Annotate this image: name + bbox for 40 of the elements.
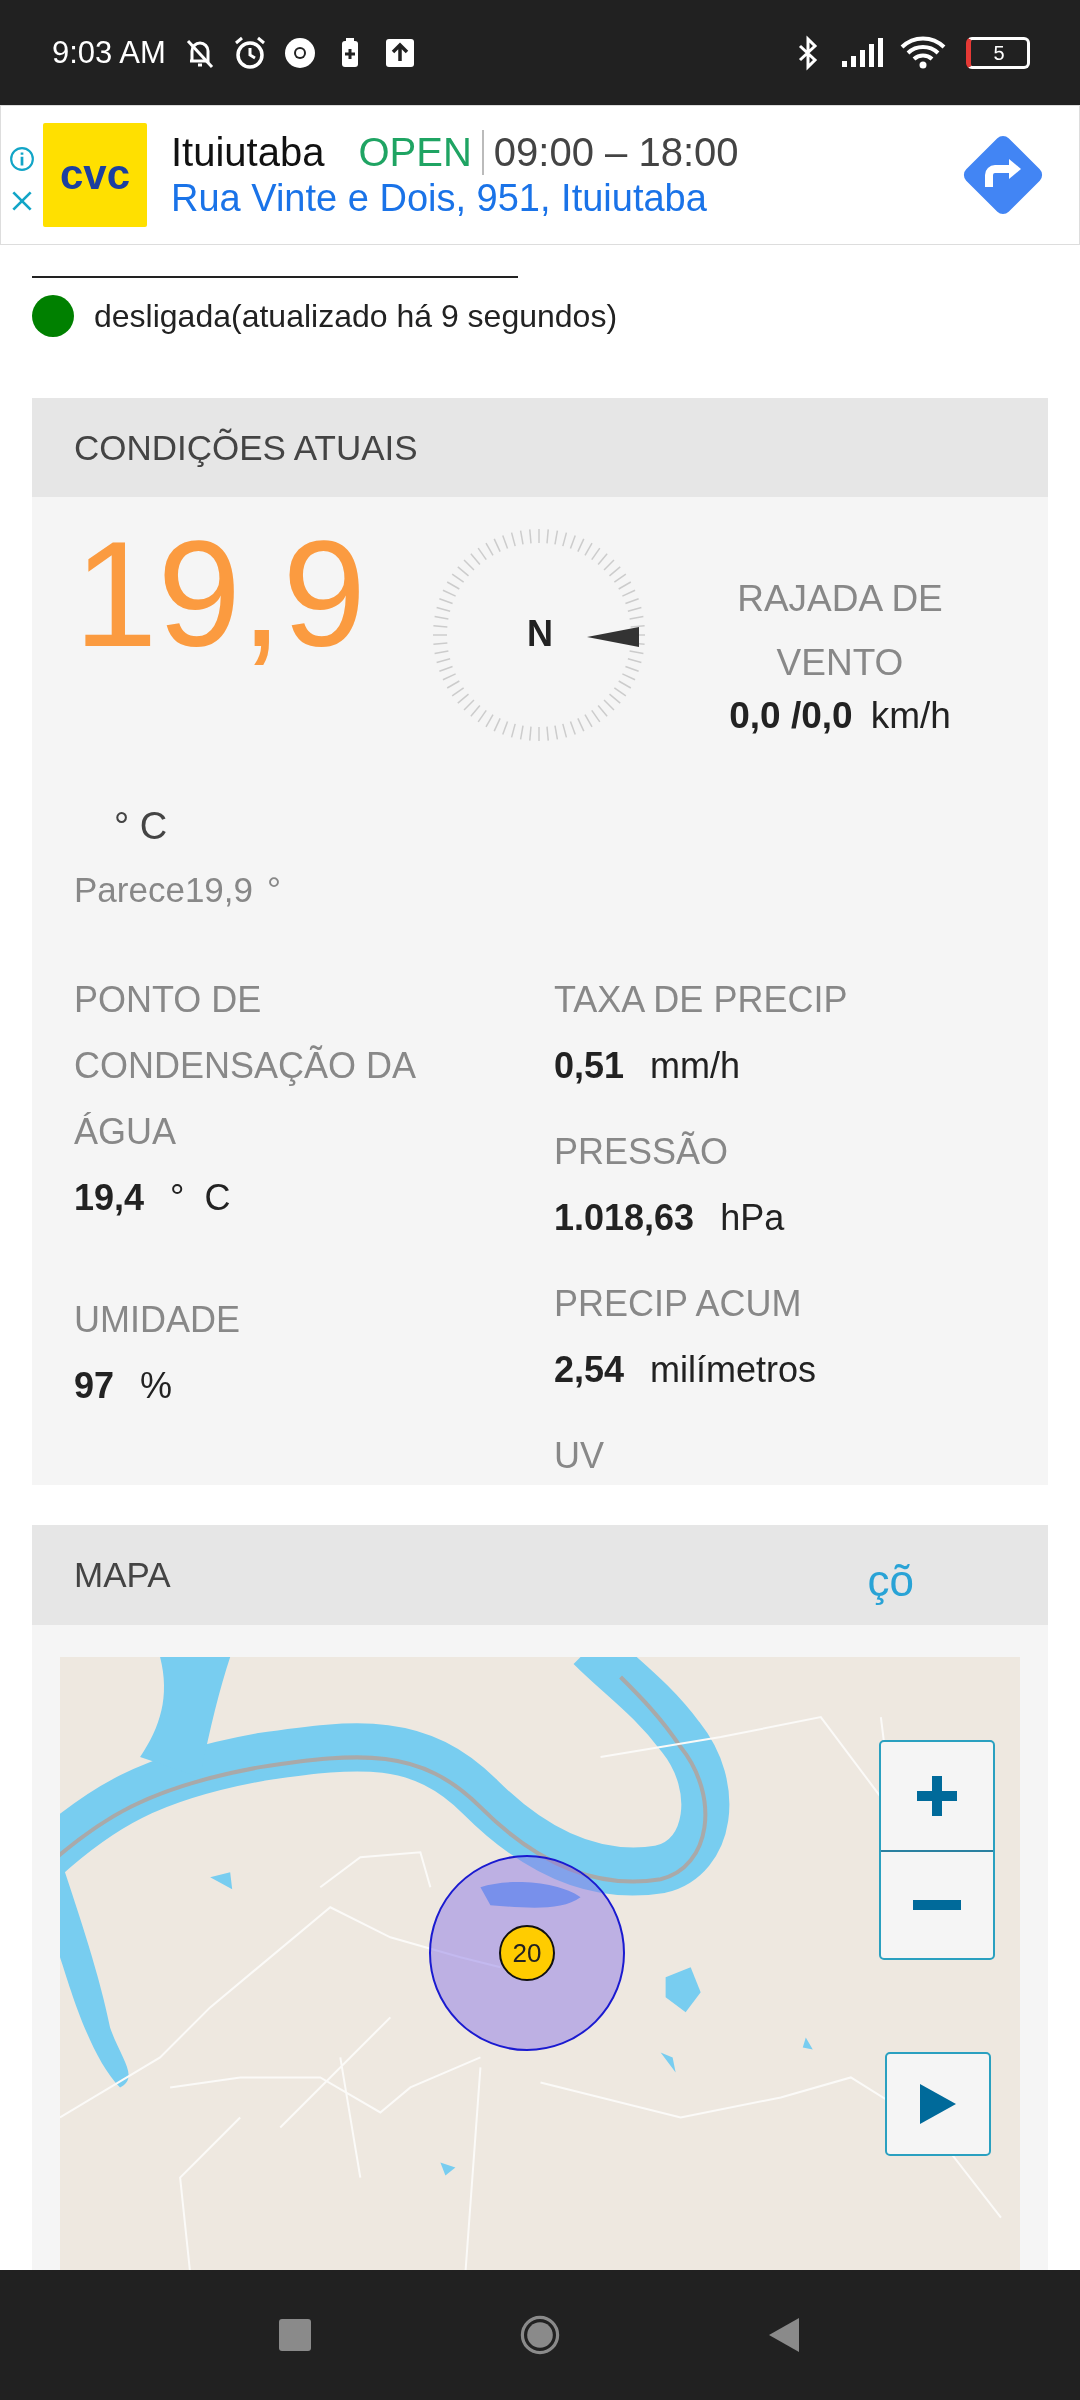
stat-value: 19,4: [74, 1176, 145, 1220]
status-time: 9:03 AM: [52, 34, 166, 71]
section-title: MAPA: [74, 1555, 171, 1595]
info-icon[interactable]: [9, 146, 35, 172]
gust-value: 0,0 /0,0: [729, 695, 853, 737]
ad-address[interactable]: Rua Vinte e Dois, 951, Ituiutaba: [171, 177, 953, 220]
stat-value: 97: [74, 1364, 115, 1408]
feels-like: Parece19,9: [74, 870, 254, 910]
gust-unit: km/h: [870, 695, 951, 737]
temperature-unit: ° C: [114, 804, 168, 849]
stat-label: PRECIP ACUM: [554, 1282, 803, 1326]
wind-direction-icon: [587, 625, 639, 649]
home-icon[interactable]: [520, 2315, 560, 2355]
station-status: desligada(atualizado há 9 segundos): [94, 297, 618, 335]
stat-label: TAXA DE PRECIP: [554, 978, 849, 1022]
stat-value: 0,51: [554, 1044, 625, 1088]
stat-unit: mm/h: [650, 1044, 741, 1088]
ad-title[interactable]: Ituiutaba: [171, 130, 325, 175]
stat-unit: hPa: [720, 1196, 785, 1240]
compass-north-label: N: [527, 613, 553, 655]
stat-label: UMIDADE: [74, 1298, 241, 1342]
stat-value: 2,54: [554, 1348, 625, 1392]
opening-hours: 09:00 – 18:00: [493, 130, 739, 175]
feels-like-unit: °: [267, 870, 282, 910]
play-button[interactable]: [885, 2052, 991, 2156]
stat-unit: ° C: [170, 1176, 231, 1220]
battery-indicator: 5: [966, 36, 1030, 69]
stat-label: PRESSÃO: [554, 1130, 730, 1174]
minus-icon: [913, 1900, 961, 1910]
stat-unit: milímetros: [650, 1348, 817, 1392]
ad-logo[interactable]: cvc: [43, 123, 147, 227]
stat-label: UV: [554, 1434, 605, 1478]
open-status: OPEN: [358, 130, 484, 175]
stat-unit: %: [140, 1364, 173, 1408]
section-title: CONDIÇÕES ATUAIS: [74, 427, 418, 468]
play-icon: [920, 2084, 956, 2124]
stat-label: PONTO DE CONDENSAÇÃO DA ÁGUA: [74, 978, 416, 1154]
stat-value: 1.018,63: [554, 1196, 695, 1240]
temperature-value: 19,9: [74, 519, 366, 669]
gust-label: RAJADA DE VENTO: [736, 577, 944, 685]
